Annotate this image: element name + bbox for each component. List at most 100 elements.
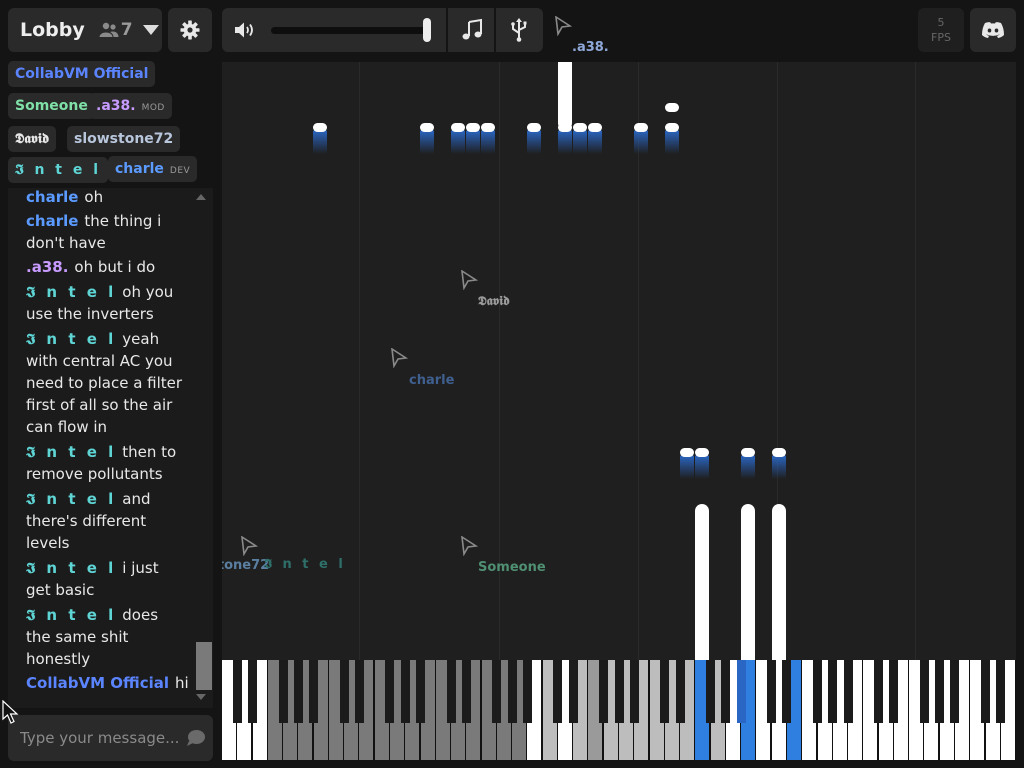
piano-black-key[interactable] xyxy=(950,660,960,723)
piano-black-key[interactable] xyxy=(660,660,670,723)
user-count: 7 xyxy=(120,20,133,40)
chat-scrollbar[interactable] xyxy=(196,642,212,690)
piano-black-key[interactable] xyxy=(782,660,792,723)
cursor-arrow-icon xyxy=(555,16,572,36)
piano-keyboard[interactable] xyxy=(222,660,1016,760)
piano-black-key[interactable] xyxy=(339,660,349,723)
volume-slider[interactable] xyxy=(271,27,431,34)
falling-note xyxy=(420,130,434,154)
scroll-down-arrow[interactable] xyxy=(196,694,206,700)
user-name: Someone xyxy=(15,98,88,114)
chat-message: 𝕴 n t e l and there's different levels xyxy=(26,488,186,554)
falling-note xyxy=(665,130,679,154)
chat-input-box[interactable] xyxy=(8,715,213,761)
piano-black-key[interactable] xyxy=(996,660,1006,723)
room-selector[interactable]: Lobby 7 xyxy=(8,8,162,52)
piano-black-key[interactable] xyxy=(568,660,578,723)
piano-black-key[interactable] xyxy=(813,660,823,723)
chat-text: hi xyxy=(175,674,189,692)
chat-input[interactable] xyxy=(20,725,178,751)
piano-black-key[interactable] xyxy=(675,660,685,723)
user-badge[interactable]: CollabVM Official xyxy=(8,61,156,87)
piano-black-key[interactable] xyxy=(461,660,471,723)
chat-message: CollabVM Official hi xyxy=(26,672,201,694)
user-badge[interactable]: .a38. MOD xyxy=(89,93,172,119)
piano-black-key[interactable] xyxy=(354,660,364,723)
piano-black-key[interactable] xyxy=(828,660,838,723)
mouse-pointer-icon xyxy=(2,700,19,724)
chat-message: 𝕴 n t e l yeah with central AC you need t… xyxy=(26,328,186,438)
chat-text: oh but i do xyxy=(74,258,156,276)
falling-note-head xyxy=(665,103,679,112)
piano-black-key[interactable] xyxy=(446,660,456,723)
falling-note xyxy=(695,455,709,479)
piano-black-key[interactable] xyxy=(232,660,242,723)
falling-note xyxy=(558,130,572,154)
piano-black-key[interactable] xyxy=(874,660,884,723)
chat-log[interactable]: charle oh charle the thing i don't have .a… xyxy=(8,188,213,708)
falling-note-head xyxy=(573,123,587,132)
cursor-arrow-icon xyxy=(241,536,258,556)
piano-black-key[interactable] xyxy=(522,660,532,723)
piano-black-key[interactable] xyxy=(553,660,563,723)
piano-black-key[interactable] xyxy=(599,660,609,723)
music-note-icon[interactable] xyxy=(460,18,484,42)
piano-black-key[interactable] xyxy=(889,660,899,723)
vm-screen[interactable]: .a38. 𝕯𝖆𝖛𝖎𝖉 charle Someone slowstone72 𝕴… xyxy=(222,62,1016,660)
piano-black-key[interactable] xyxy=(507,660,517,723)
piano-black-key[interactable] xyxy=(492,660,502,723)
volume-slider-thumb[interactable] xyxy=(423,18,431,42)
grid-line xyxy=(915,62,916,660)
piano-black-key[interactable] xyxy=(767,660,777,723)
piano-black-key[interactable] xyxy=(293,660,303,723)
user-badge[interactable]: Someone xyxy=(8,93,95,119)
cursor-arrow-icon xyxy=(461,536,478,556)
piano-black-key[interactable] xyxy=(385,660,395,723)
fps-value: 5 xyxy=(937,16,945,29)
piano-black-key[interactable] xyxy=(736,660,746,723)
chat-username: charle xyxy=(26,212,79,230)
chat-message: 𝕴 n t e li just get basic xyxy=(26,557,186,601)
user-name: .a38. xyxy=(96,98,136,114)
settings-button[interactable] xyxy=(168,8,212,52)
chat-bubble-icon[interactable] xyxy=(186,729,206,747)
piano-black-key[interactable] xyxy=(629,660,639,723)
discord-button[interactable] xyxy=(970,8,1016,52)
held-note xyxy=(558,62,572,130)
room-title: Lobby xyxy=(20,19,85,41)
piano-black-key[interactable] xyxy=(706,660,716,723)
chat-username: 𝕴 n t e l xyxy=(26,559,117,577)
falling-note xyxy=(573,130,587,154)
piano-black-key[interactable] xyxy=(248,660,258,723)
speaker-icon[interactable] xyxy=(234,21,256,39)
piano-black-key[interactable] xyxy=(721,660,731,723)
falling-note xyxy=(451,130,465,154)
piano-black-key[interactable] xyxy=(935,660,945,723)
held-note xyxy=(741,504,755,660)
falling-note-head xyxy=(420,123,434,132)
user-badge[interactable]: 𝕯𝖆𝖛𝖎𝖉 xyxy=(8,126,57,152)
falling-note-head xyxy=(772,448,786,457)
falling-note xyxy=(481,130,495,154)
chat-username: CollabVM Official xyxy=(26,674,169,692)
held-note xyxy=(695,504,709,660)
scroll-up-arrow[interactable] xyxy=(196,194,206,200)
piano-black-key[interactable] xyxy=(981,660,990,723)
falling-note-head xyxy=(634,123,648,132)
toolbar-divider xyxy=(494,8,496,52)
user-name: CollabVM Official xyxy=(15,66,149,82)
user-badge[interactable]: 𝕴 n t e l xyxy=(8,157,109,183)
chevron-down-icon xyxy=(142,25,159,35)
piano-black-key[interactable] xyxy=(400,660,410,723)
chat-username: 𝕴 n t e l xyxy=(26,283,117,301)
piano-black-key[interactable] xyxy=(278,660,288,723)
piano-black-key[interactable] xyxy=(614,660,624,723)
user-badge[interactable]: charle DEV xyxy=(108,156,198,182)
piano-black-key[interactable] xyxy=(843,660,853,723)
usb-icon[interactable] xyxy=(507,17,531,43)
chat-username: 𝕴 n t e l xyxy=(26,443,117,461)
user-badge[interactable]: slowstone72 xyxy=(67,126,181,152)
piano-black-key[interactable] xyxy=(309,660,319,723)
piano-black-key[interactable] xyxy=(919,660,929,723)
piano-black-key[interactable] xyxy=(416,660,425,723)
